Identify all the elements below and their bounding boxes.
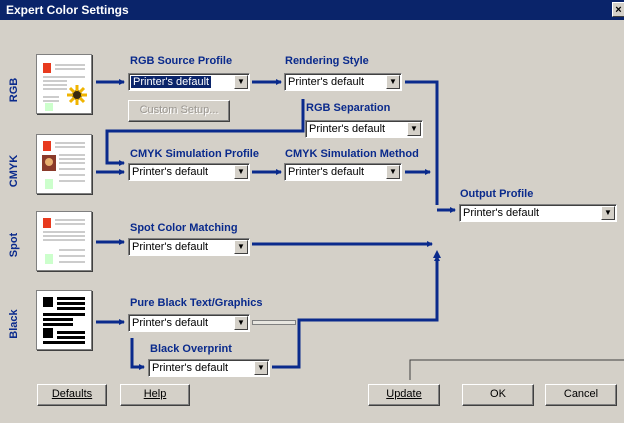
custom-setup-button[interactable]: Custom Setup...: [128, 100, 230, 122]
arrow-pure-to-overprint: [130, 338, 145, 370]
row-label-spot: Spot: [8, 232, 20, 258]
black-overprint-select[interactable]: Printer's default ▼: [148, 359, 270, 377]
arrow-up-into-output: [433, 250, 441, 258]
cmyk-simulation-method-label: CMYK Simulation Method: [285, 148, 419, 160]
cmyk-thumbnail-art: [42, 141, 85, 189]
window-title: Expert Color Settings: [6, 3, 129, 17]
black-overprint-value: Printer's default: [152, 362, 229, 374]
rgb-thumbnail-art: [43, 63, 87, 111]
cmyk-simulation-method-value: Printer's default: [288, 166, 365, 178]
rgb-document-thumbnail: [36, 54, 92, 114]
spot-color-matching-label: Spot Color Matching: [130, 222, 238, 234]
chevron-down-icon[interactable]: ▼: [407, 122, 421, 136]
cmyk-document-thumbnail: [36, 134, 92, 194]
output-profile-select[interactable]: Printer's default ▼: [459, 204, 617, 222]
cmyk-simulation-profile-value: Printer's default: [132, 166, 209, 178]
output-profile-label: Output Profile: [460, 188, 534, 200]
rendering-style-value: Printer's default: [288, 76, 365, 88]
cmyk-simulation-profile-label: CMYK Simulation Profile: [130, 148, 259, 160]
title-bar: Expert Color Settings ×: [0, 0, 624, 20]
update-button-label: Update: [386, 388, 422, 400]
update-button[interactable]: Update: [368, 384, 440, 406]
rgb-separation-value: Printer's default: [309, 123, 386, 135]
ok-button[interactable]: OK: [462, 384, 534, 406]
connector-overprint-to-output: [272, 255, 440, 369]
chevron-down-icon[interactable]: ▼: [234, 316, 248, 330]
rgb-source-profile-select[interactable]: Printer's default ▼: [128, 73, 250, 91]
chevron-down-icon[interactable]: ▼: [254, 361, 268, 375]
close-icon: ×: [615, 4, 622, 16]
chevron-down-icon[interactable]: ▼: [386, 165, 400, 179]
cmyk-simulation-method-select[interactable]: Printer's default ▼: [284, 163, 402, 181]
help-button-label: Help: [143, 388, 167, 400]
row-label-cmyk: CMYK: [8, 154, 20, 188]
chevron-down-icon[interactable]: ▼: [386, 75, 400, 89]
rendering-style-label: Rendering Style: [285, 55, 369, 67]
chevron-down-icon[interactable]: ▼: [234, 165, 248, 179]
expert-color-dialog: RGB CMYK Spot Black RGB Source Profile P…: [0, 20, 624, 423]
disabled-connector-groove: [252, 320, 296, 325]
black-document-thumbnail: [36, 290, 92, 350]
spot-color-matching-value: Printer's default: [132, 241, 209, 253]
update-group-frame: [409, 359, 624, 380]
cmyk-simulation-profile-select[interactable]: Printer's default ▼: [128, 163, 250, 181]
rgb-source-profile-value: Printer's default: [131, 76, 212, 88]
output-profile-value: Printer's default: [463, 207, 540, 219]
spot-color-matching-select[interactable]: Printer's default ▼: [128, 238, 250, 256]
spot-document-thumbnail: [36, 211, 92, 271]
black-thumbnail-art: [43, 297, 85, 344]
defaults-button-label: Defaults: [51, 388, 93, 400]
rendering-style-select[interactable]: Printer's default ▼: [284, 73, 402, 91]
black-overprint-label: Black Overprint: [150, 343, 232, 355]
rgb-separation-select[interactable]: Printer's default ▼: [305, 120, 423, 138]
close-button[interactable]: ×: [612, 2, 624, 17]
row-label-black: Black: [8, 309, 20, 339]
help-button[interactable]: Help: [120, 384, 190, 406]
spot-thumbnail-art: [43, 218, 85, 264]
pure-black-label: Pure Black Text/Graphics: [130, 297, 263, 309]
row-label-rgb: RGB: [8, 77, 20, 103]
defaults-button[interactable]: Defaults: [37, 384, 107, 406]
cancel-button[interactable]: Cancel: [545, 384, 617, 406]
chevron-down-icon[interactable]: ▼: [234, 75, 248, 89]
rgb-separation-label: RGB Separation: [306, 102, 391, 114]
pure-black-select[interactable]: Printer's default ▼: [128, 314, 250, 332]
chevron-down-icon[interactable]: ▼: [601, 206, 615, 220]
pure-black-value: Printer's default: [132, 317, 209, 329]
connector-rendering-to-output: [405, 80, 439, 205]
rgb-source-profile-label: RGB Source Profile: [130, 55, 233, 67]
chevron-down-icon[interactable]: ▼: [234, 240, 248, 254]
